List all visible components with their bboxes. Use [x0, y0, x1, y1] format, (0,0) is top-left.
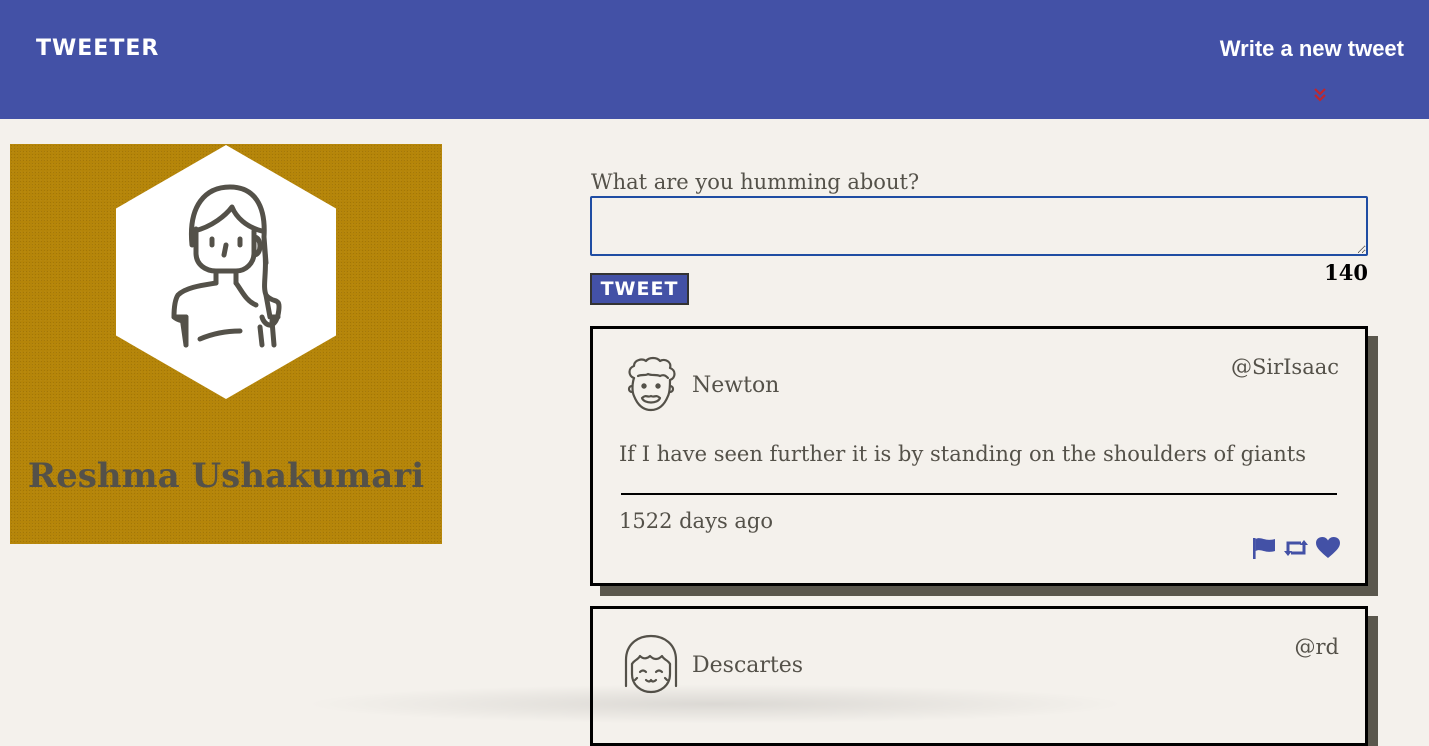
- woman-avatar-icon: [116, 145, 336, 399]
- top-nav: TWEETER Write a new tweet: [0, 0, 1429, 119]
- tweet-author-handle: @SirIsaac: [1230, 355, 1339, 379]
- tweet-content: If I have seen further it is by standing…: [619, 442, 1307, 466]
- man-curly-hair-avatar-icon: [627, 356, 676, 412]
- tweet-card: Newton @SirIsaac If I have seen further …: [590, 326, 1368, 586]
- tweet-actions: [1251, 536, 1341, 560]
- profile-name: Reshma Ushakumari: [27, 456, 425, 496]
- bob-hair-avatar-icon: [624, 634, 678, 694]
- character-counter: 140: [1324, 260, 1368, 285]
- write-new-tweet-link[interactable]: Write a new tweet: [1220, 36, 1404, 62]
- flag-icon[interactable]: [1251, 536, 1277, 560]
- tweet-divider: [621, 493, 1337, 495]
- tweet-author-handle: @rd: [1294, 635, 1339, 659]
- retweet-icon[interactable]: [1283, 536, 1309, 560]
- tweet-card: Descartes @rd: [590, 606, 1368, 746]
- compose-label: What are you humming about?: [591, 170, 920, 194]
- double-chevron-down-icon[interactable]: [1312, 84, 1328, 104]
- heart-icon[interactable]: [1315, 536, 1341, 560]
- tweet-textarea[interactable]: [590, 196, 1368, 256]
- tweet-author-name: Newton: [692, 373, 780, 398]
- profile-card: Reshma Ushakumari: [10, 144, 442, 544]
- tweet-button[interactable]: TWEET: [590, 273, 689, 305]
- brand-logo[interactable]: TWEETER: [36, 36, 159, 61]
- tweet-author-name: Descartes: [692, 653, 804, 678]
- tweet-timestamp: 1522 days ago: [619, 509, 774, 533]
